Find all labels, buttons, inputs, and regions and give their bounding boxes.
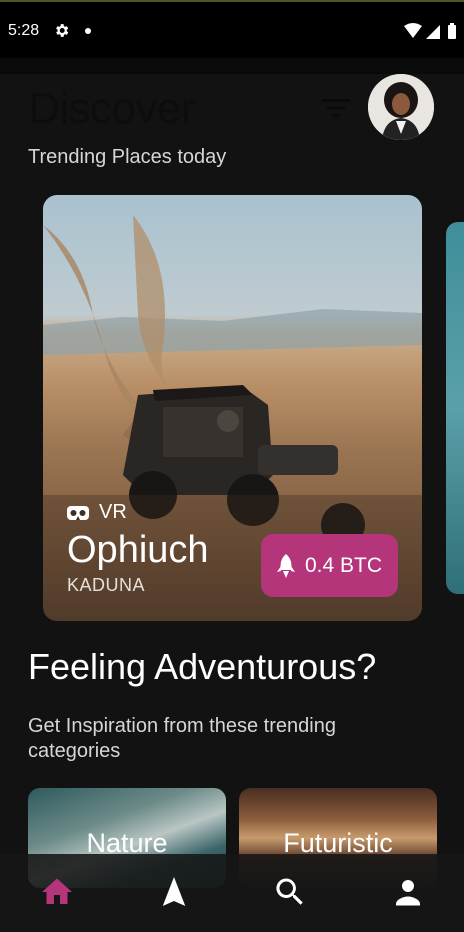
vr-headset-icon <box>67 505 89 520</box>
notification-dot-icon <box>85 28 91 34</box>
search-icon[interactable] <box>272 874 308 910</box>
gear-icon <box>56 24 69 37</box>
place-city: KADUNA <box>67 575 146 595</box>
price-label: 0.4 BTC <box>304 553 383 577</box>
vr-label: VR <box>99 501 127 523</box>
profile-icon[interactable] <box>390 874 426 910</box>
bottom-nav <box>0 854 464 932</box>
wifi-signal-battery-icon <box>404 23 456 39</box>
section-subtitle: Get Inspiration from these trending cate… <box>28 715 336 762</box>
next-place-card[interactable] <box>446 222 464 594</box>
rocket-icon <box>276 553 295 578</box>
section-title: Feeling Adventurous? <box>28 646 377 687</box>
status-time: 5:28 <box>8 22 40 39</box>
avatar[interactable] <box>368 74 434 140</box>
vr-badge: VR <box>67 501 127 524</box>
explore-icon[interactable] <box>156 874 192 910</box>
status-bar: 5:28 <box>0 0 464 58</box>
price-button[interactable]: 0.4 BTC <box>261 534 398 597</box>
page-subtitle: Trending Places today <box>28 146 227 168</box>
page-title: Discover <box>28 84 196 133</box>
home-icon[interactable] <box>39 874 75 910</box>
avatar-person-icon <box>368 74 434 140</box>
place-name: Ophiuch <box>67 529 209 571</box>
app-bar <box>0 58 464 74</box>
featured-place-card[interactable]: VR Ophiuch KADUNA 0.4 BTC <box>43 195 422 621</box>
filter-icon[interactable] <box>322 96 350 120</box>
